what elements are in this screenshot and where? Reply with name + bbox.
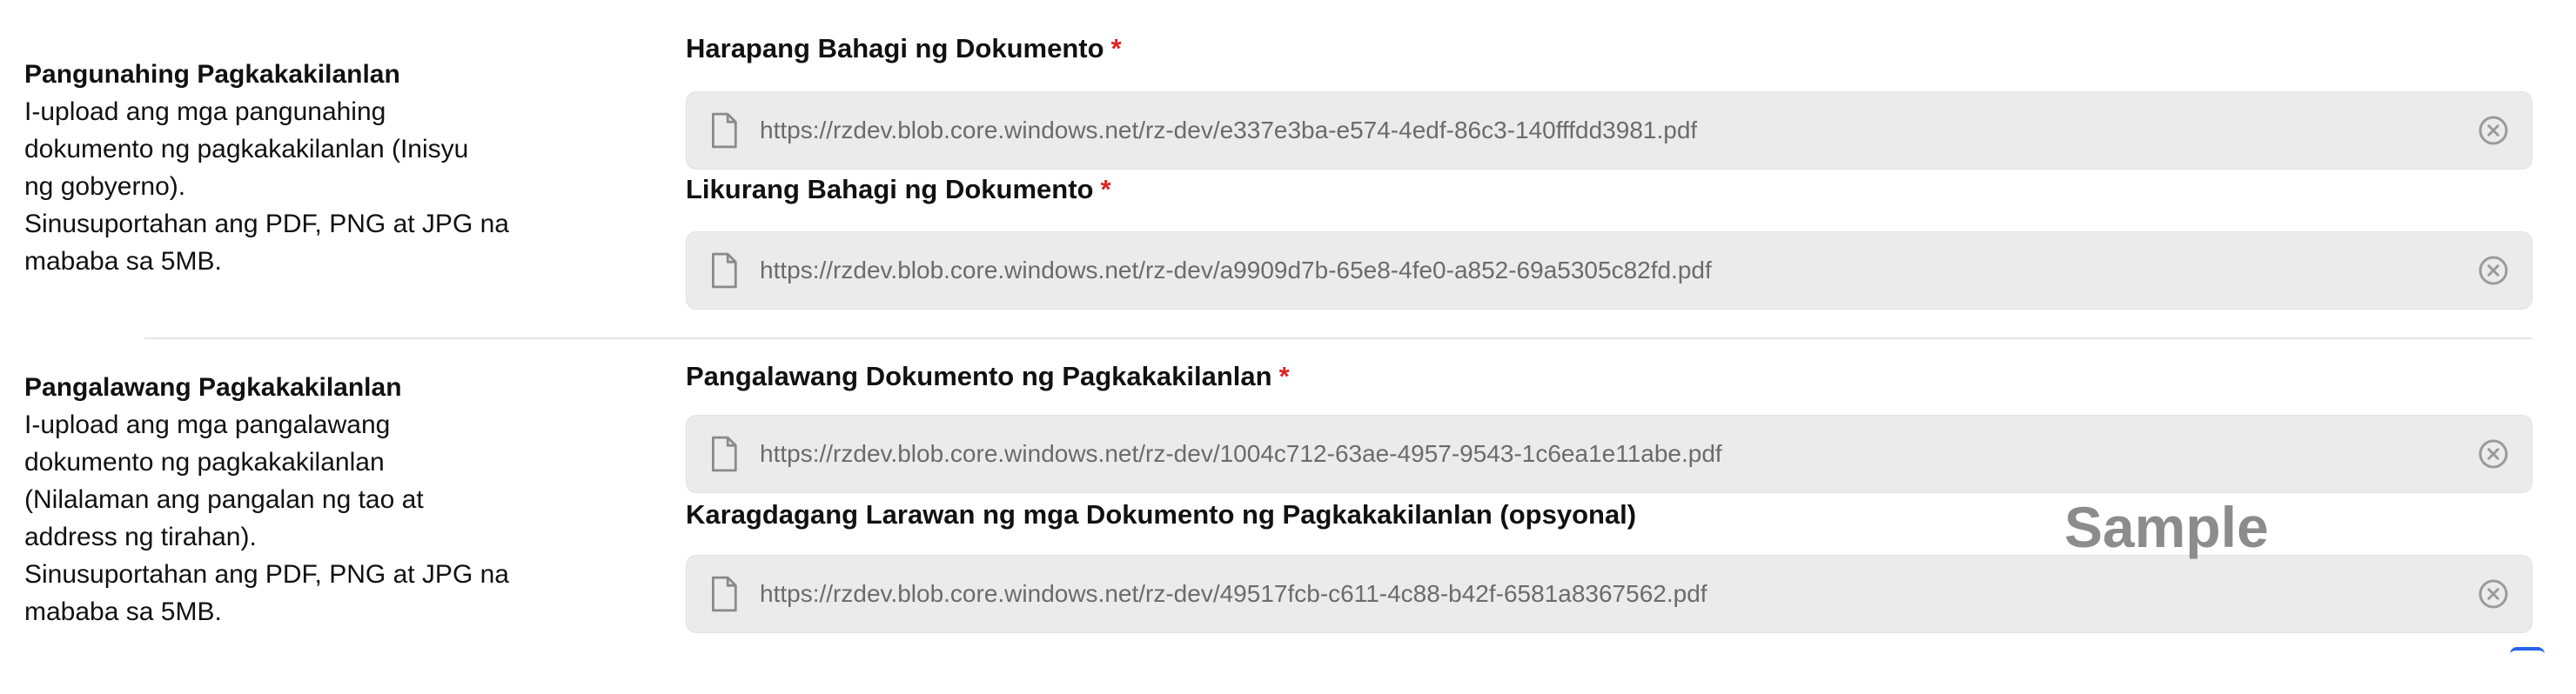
front-document-file-field[interactable]: https://rzdev.blob.core.windows.net/rz-d… [686,91,2532,170]
secondary-document-file-url: https://rzdev.blob.core.windows.net/rz-d… [760,440,1722,467]
primary-id-description: Pangunahing Pagkakakilanlan I-upload ang… [24,56,547,280]
additional-document-label-text: Karagdagang Larawan ng mga Dokumento ng … [686,499,1637,530]
front-document-label: Harapang Bahagi ng Dokumento * [686,33,1122,64]
additional-document-file-url: https://rzdev.blob.core.windows.net/rz-d… [760,580,1707,607]
file-icon [712,576,737,612]
secondary-id-desc-line: dokumento ng pagkakakilanlan [24,448,385,477]
secondary-id-desc-line: Sinusuportahan ang PDF, PNG at JPG na [24,560,509,589]
primary-id-title: Pangunahing Pagkakakilanlan [24,60,400,89]
close-circle-icon[interactable] [2478,578,2509,610]
front-document-file-url: https://rzdev.blob.core.windows.net/rz-d… [760,117,1698,143]
section-divider [144,337,2532,339]
required-asterisk: * [1278,361,1290,391]
secondary-id-title: Pangalawang Pagkakakilanlan [24,373,402,402]
primary-id-desc-line: dokumento ng pagkakakilanlan (Inisyu [24,135,469,163]
back-document-label-text: Likurang Bahagi ng Dokumento [686,174,1094,204]
secondary-document-file-field[interactable]: https://rzdev.blob.core.windows.net/rz-d… [686,415,2532,493]
sample-watermark: Sample [2064,495,2269,559]
secondary-document-label: Pangalawang Dokumento ng Pagkakakilanlan… [686,361,1290,392]
close-circle-icon[interactable] [2478,255,2509,286]
primary-id-desc-line: mababa sa 5MB. [24,247,222,276]
file-icon [712,436,737,472]
primary-id-desc-line: Sinusuportahan ang PDF, PNG at JPG na [24,210,509,238]
back-document-file-url: https://rzdev.blob.core.windows.net/rz-d… [760,257,1712,284]
secondary-document-label-text: Pangalawang Dokumento ng Pagkakakilanlan [686,361,1272,391]
required-asterisk: * [1110,33,1122,63]
secondary-id-desc-line: (Nilalaman ang pangalan ng tao at [24,485,424,514]
additional-document-file-field[interactable]: https://rzdev.blob.core.windows.net/rz-d… [686,555,2532,633]
close-circle-icon[interactable] [2478,438,2509,470]
secondary-id-desc-line: mababa sa 5MB. [24,597,222,626]
primary-id-desc-line: I-upload ang mga pangunahing [24,97,386,126]
primary-id-desc-line: ng gobyerno). [24,172,186,201]
close-circle-icon[interactable] [2478,115,2509,146]
required-asterisk: * [1100,174,1111,204]
front-document-label-text: Harapang Bahagi ng Dokumento [686,33,1104,63]
file-icon [712,252,737,289]
secondary-id-description: Pangalawang Pagkakakilanlan I-upload ang… [24,369,547,631]
additional-document-label: Karagdagang Larawan ng mga Dokumento ng … [686,499,1636,531]
corner-accent-mark [2510,647,2545,659]
file-icon [712,112,737,149]
back-document-label: Likurang Bahagi ng Dokumento * [686,174,1111,205]
secondary-id-desc-line: address ng tirahan). [24,523,257,551]
secondary-id-desc-line: I-upload ang mga pangalawang [24,410,391,439]
back-document-file-field[interactable]: https://rzdev.blob.core.windows.net/rz-d… [686,231,2532,310]
